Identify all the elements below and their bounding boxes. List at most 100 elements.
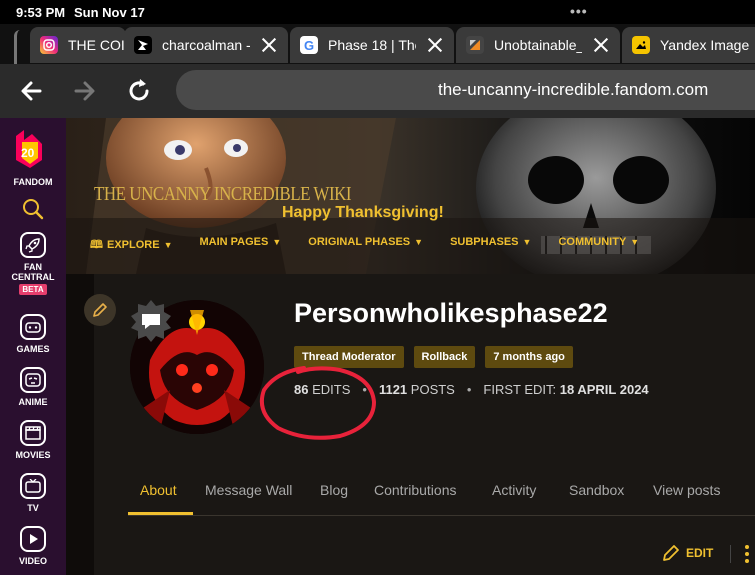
fandom-logo[interactable]: 20 <box>14 130 44 168</box>
separator-dot: • <box>466 382 472 397</box>
sidebar-item-anime[interactable]: ANIME <box>0 367 66 407</box>
browser-nav-bar: the-uncanny-incredible.fandom.com <box>0 64 755 118</box>
tab-blog[interactable]: Blog <box>320 482 348 498</box>
sidebar-item-label: GAMES <box>16 344 50 354</box>
clapperboard-icon <box>20 420 46 446</box>
sidebar-item-tv[interactable]: TV <box>0 473 66 513</box>
reload-icon[interactable] <box>124 76 154 106</box>
sidebar-item-label: MOVIES <box>15 450 51 460</box>
forward-icon[interactable] <box>70 76 100 106</box>
tab-sandbox[interactable]: Sandbox <box>569 482 624 498</box>
fandom-sidebar: 20 FANDOM FAN CENTRAL BETA GAMES ANIME M… <box>0 118 66 575</box>
divider <box>730 545 731 563</box>
browser-tab-phase18[interactable]: G Phase 18 | The <box>290 27 454 63</box>
gamepad-icon <box>20 314 46 340</box>
browser-tab-yandex[interactable]: Yandex Image <box>622 27 755 63</box>
wiki-header-banner: THE UNCANNY INCREDIBLE WIKI Happy Thanks… <box>66 118 755 274</box>
address-bar[interactable]: the-uncanny-incredible.fandom.com <box>176 70 755 110</box>
google-icon: G <box>300 36 318 54</box>
greeting-text: Happy Thanksgiving! <box>282 204 444 221</box>
fandom-label: FANDOM <box>13 177 53 187</box>
menu-community-label: COMMUNITY <box>558 236 627 248</box>
more-options-icon[interactable] <box>744 544 752 564</box>
close-icon[interactable] <box>590 34 612 56</box>
status-bar: 9:53 PM Sun Nov 17 ••• <box>0 0 755 24</box>
menu-explore-label: EXPLORE <box>106 239 160 251</box>
chevron-down-icon: ▼ <box>163 240 173 250</box>
wiki-nav-menu: 🕮 EXPLORE ▼ MAIN PAGES ▼ ORIGINAL PHASES ▼ S… <box>90 236 666 255</box>
instagram-icon <box>40 36 58 54</box>
browser-tab-charcoalman[interactable]: charcoalman - <box>124 27 288 63</box>
menu-subphases-label: SUBPHASES <box>450 236 519 248</box>
menu-main-pages[interactable]: MAIN PAGES ▼ <box>199 236 281 255</box>
menu-community[interactable]: COMMUNITY ▼ <box>558 236 639 255</box>
pencil-icon <box>93 303 107 317</box>
moderator-badge <box>128 298 174 344</box>
chevron-down-icon: ▼ <box>272 237 282 247</box>
back-icon[interactable] <box>16 76 46 106</box>
tag-rollback: Rollback <box>413 346 476 368</box>
sidebar-item-label: ANIME <box>18 397 48 407</box>
edit-label: EDIT <box>686 546 714 560</box>
red-annotation-circle <box>259 366 377 440</box>
first-edit-label: FIRST EDIT: <box>483 382 557 397</box>
profile-tabs: About Message Wall Blog Contributions Ac… <box>128 478 755 516</box>
charcoal-icon <box>134 36 152 54</box>
multitask-dots[interactable]: ••• <box>570 3 588 19</box>
pencil-icon <box>663 545 679 561</box>
active-tab-indicator <box>128 512 193 515</box>
profile-username: Personwholikesphase22 <box>294 298 608 328</box>
tab-view-posts[interactable]: View posts <box>653 482 720 498</box>
tag-joined: 7 months ago <box>485 346 573 368</box>
anime-face-icon <box>20 367 46 393</box>
chevron-down-icon: ▼ <box>630 237 640 247</box>
clock: 9:53 PM <box>16 5 66 20</box>
browser-tab-unobtainable[interactable]: Unobtainable_ <box>456 27 620 63</box>
chevron-down-icon: ▼ <box>414 237 424 247</box>
sidebar-item-movies[interactable]: MOVIES <box>0 420 66 460</box>
sidebar-item-games[interactable]: GAMES <box>0 314 66 354</box>
tab-activity[interactable]: Activity <box>492 482 536 498</box>
logo-number: 20 <box>21 146 35 160</box>
menu-original-phases-label: ORIGINAL PHASES <box>308 236 411 248</box>
date: Sun Nov 17 <box>74 5 145 20</box>
sidebar-item-label: FAN <box>24 262 42 272</box>
close-icon[interactable] <box>258 34 280 56</box>
beta-badge: BETA <box>19 284 47 295</box>
tab-title: Unobtainable_ <box>494 37 582 53</box>
tab-title: Yandex Image <box>660 37 750 53</box>
tab-title: charcoalman - <box>162 37 250 53</box>
tab-title: THE COI <box>68 37 125 53</box>
tab-message-wall[interactable]: Message Wall <box>205 482 292 498</box>
site-icon <box>466 36 484 54</box>
chevron-down-icon: ▼ <box>522 237 532 247</box>
rocket-icon <box>20 232 46 258</box>
tv-icon <box>20 473 46 499</box>
wiki-title[interactable]: THE UNCANNY INCREDIBLE WIKI <box>94 182 352 206</box>
yandex-images-icon <box>632 36 650 54</box>
tab-bar: THE COI charcoalman - G Phase 18 | The U… <box>0 24 755 64</box>
browser-tab-instagram[interactable]: THE COI <box>30 27 126 63</box>
edit-avatar-button[interactable] <box>84 294 116 326</box>
sidebar-item-fan-central[interactable]: FAN CENTRAL BETA <box>0 232 66 295</box>
first-edit-date: 18 APRIL 2024 <box>559 382 649 397</box>
edit-profile-button[interactable]: EDIT <box>662 544 713 562</box>
tab-about[interactable]: About <box>140 482 177 498</box>
search-icon[interactable] <box>0 198 66 222</box>
posts-label[interactable]: POSTS <box>411 382 455 397</box>
play-icon <box>20 526 46 552</box>
tab-contributions[interactable]: Contributions <box>374 482 457 498</box>
book-icon: 🕮 <box>90 239 103 251</box>
sidebar-item-video[interactable]: VIDEO <box>0 526 66 566</box>
sidebar-item-label: TV <box>27 503 39 513</box>
menu-original-phases[interactable]: ORIGINAL PHASES ▼ <box>308 236 423 255</box>
menu-main-pages-label: MAIN PAGES <box>199 236 269 248</box>
sidebar-item-label2: CENTRAL <box>11 272 55 282</box>
posts-count: 1121 <box>378 382 408 397</box>
hidden-tab-edge[interactable] <box>14 30 28 64</box>
sidebar-item-label: VIDEO <box>18 556 47 566</box>
tab-title: Phase 18 | The <box>328 37 416 53</box>
menu-explore[interactable]: 🕮 EXPLORE ▼ <box>90 236 172 255</box>
close-icon[interactable] <box>424 34 446 56</box>
menu-subphases[interactable]: SUBPHASES ▼ <box>450 236 531 255</box>
